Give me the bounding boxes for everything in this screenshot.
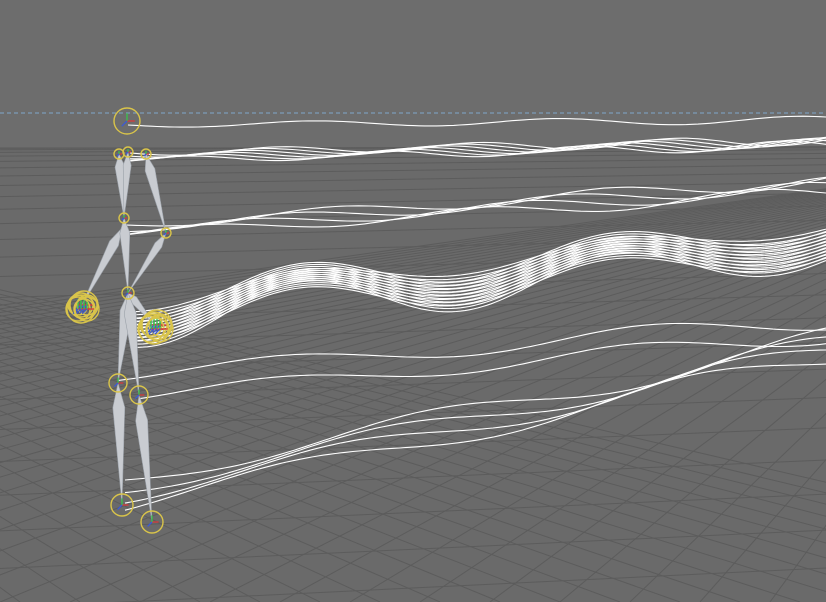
viewport-canvas[interactable] [0,0,826,602]
3d-viewport[interactable] [0,0,826,602]
